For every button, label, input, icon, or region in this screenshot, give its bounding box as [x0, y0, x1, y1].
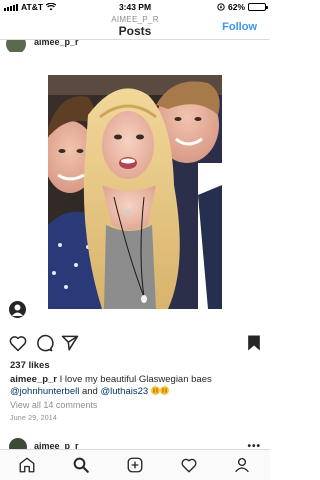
post-date: June 29, 2014: [10, 415, 57, 422]
home-icon[interactable]: [18, 456, 36, 474]
raised-hands-emoji-icon: [159, 385, 169, 395]
caption-username[interactable]: aimee_p_r: [10, 374, 57, 385]
caption-mention[interactable]: @luthais23: [100, 386, 148, 397]
tagged-people-icon[interactable]: [9, 301, 26, 318]
caption-mention[interactable]: @johnhunterbell: [10, 386, 79, 397]
view-comments-link[interactable]: View all 14 comments: [10, 400, 97, 410]
battery-icon: [248, 3, 268, 11]
post-actions: [0, 333, 270, 353]
raised-hands-emoji-icon: [150, 385, 160, 395]
nav-header: AIMEE_P_R Posts Follow: [0, 14, 270, 40]
heart-icon[interactable]: [8, 333, 28, 353]
battery-percent: 62%: [227, 2, 245, 12]
status-bar: AT&T 3:43 PM 62%: [0, 0, 270, 14]
location-icon: [217, 3, 225, 11]
post-caption: aimee_p_r I love my beautiful Glaswegian…: [10, 374, 260, 397]
caption-text: I love my beautiful Glaswegian baes: [59, 374, 212, 385]
like-count[interactable]: 237 likes: [10, 360, 50, 371]
bookmark-icon[interactable]: [244, 333, 264, 353]
paper-plane-icon[interactable]: [60, 333, 80, 353]
search-icon[interactable]: [72, 456, 90, 474]
follow-button[interactable]: Follow: [222, 21, 257, 33]
previous-post-header: aimee_p_r: [0, 40, 270, 52]
plus-square-icon[interactable]: [126, 456, 144, 474]
post-image: [48, 75, 222, 309]
bottom-tab-bar: [0, 449, 270, 480]
post-photo[interactable]: [48, 75, 222, 309]
status-right: 62%: [217, 2, 268, 12]
caption-connector: and: [81, 385, 98, 397]
avatar[interactable]: [6, 40, 26, 52]
previous-post-username[interactable]: aimee_p_r: [34, 40, 79, 47]
comment-icon[interactable]: [34, 333, 54, 353]
profile-icon[interactable]: [233, 456, 251, 474]
heart-icon[interactable]: [180, 456, 198, 474]
